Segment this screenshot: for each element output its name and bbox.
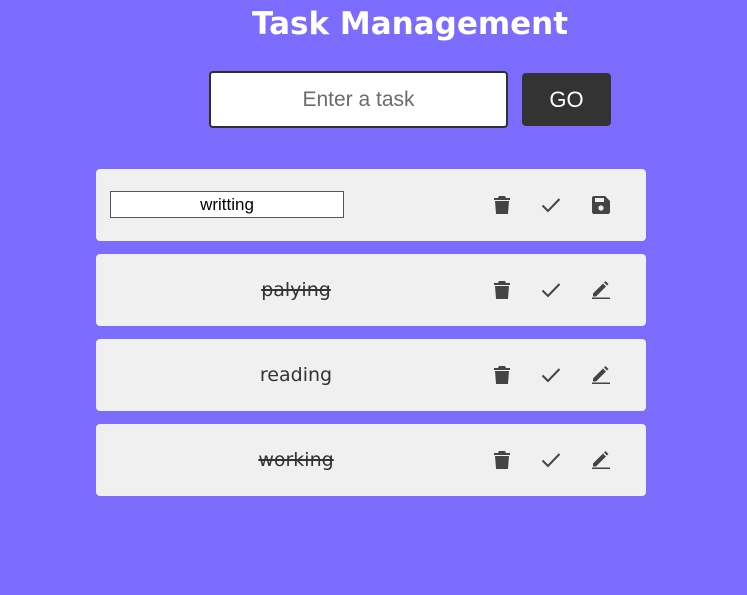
check-icon[interactable] — [537, 191, 565, 219]
task-list: palying reading wo — [96, 169, 646, 509]
go-button[interactable]: GO — [522, 73, 611, 126]
save-icon[interactable] — [587, 191, 615, 219]
task-app: Task Management GO palying — [0, 0, 747, 595]
task-item: working — [96, 424, 646, 496]
task-item: palying — [96, 254, 646, 326]
task-label: working — [258, 449, 334, 471]
trash-icon[interactable] — [488, 191, 516, 219]
task-label: palying — [261, 279, 331, 301]
trash-icon[interactable] — [488, 361, 516, 389]
pencil-icon[interactable] — [587, 361, 615, 389]
check-icon[interactable] — [537, 361, 565, 389]
trash-icon[interactable] — [488, 446, 516, 474]
check-icon[interactable] — [537, 446, 565, 474]
task-edit-input[interactable] — [110, 191, 344, 218]
check-icon[interactable] — [537, 276, 565, 304]
task-input[interactable] — [209, 71, 508, 128]
page-title: Task Management — [251, 6, 569, 42]
pencil-icon[interactable] — [587, 446, 615, 474]
task-item — [96, 169, 646, 241]
task-label: reading — [259, 364, 333, 386]
trash-icon[interactable] — [488, 276, 516, 304]
pencil-icon[interactable] — [587, 276, 615, 304]
task-item: reading — [96, 339, 646, 411]
